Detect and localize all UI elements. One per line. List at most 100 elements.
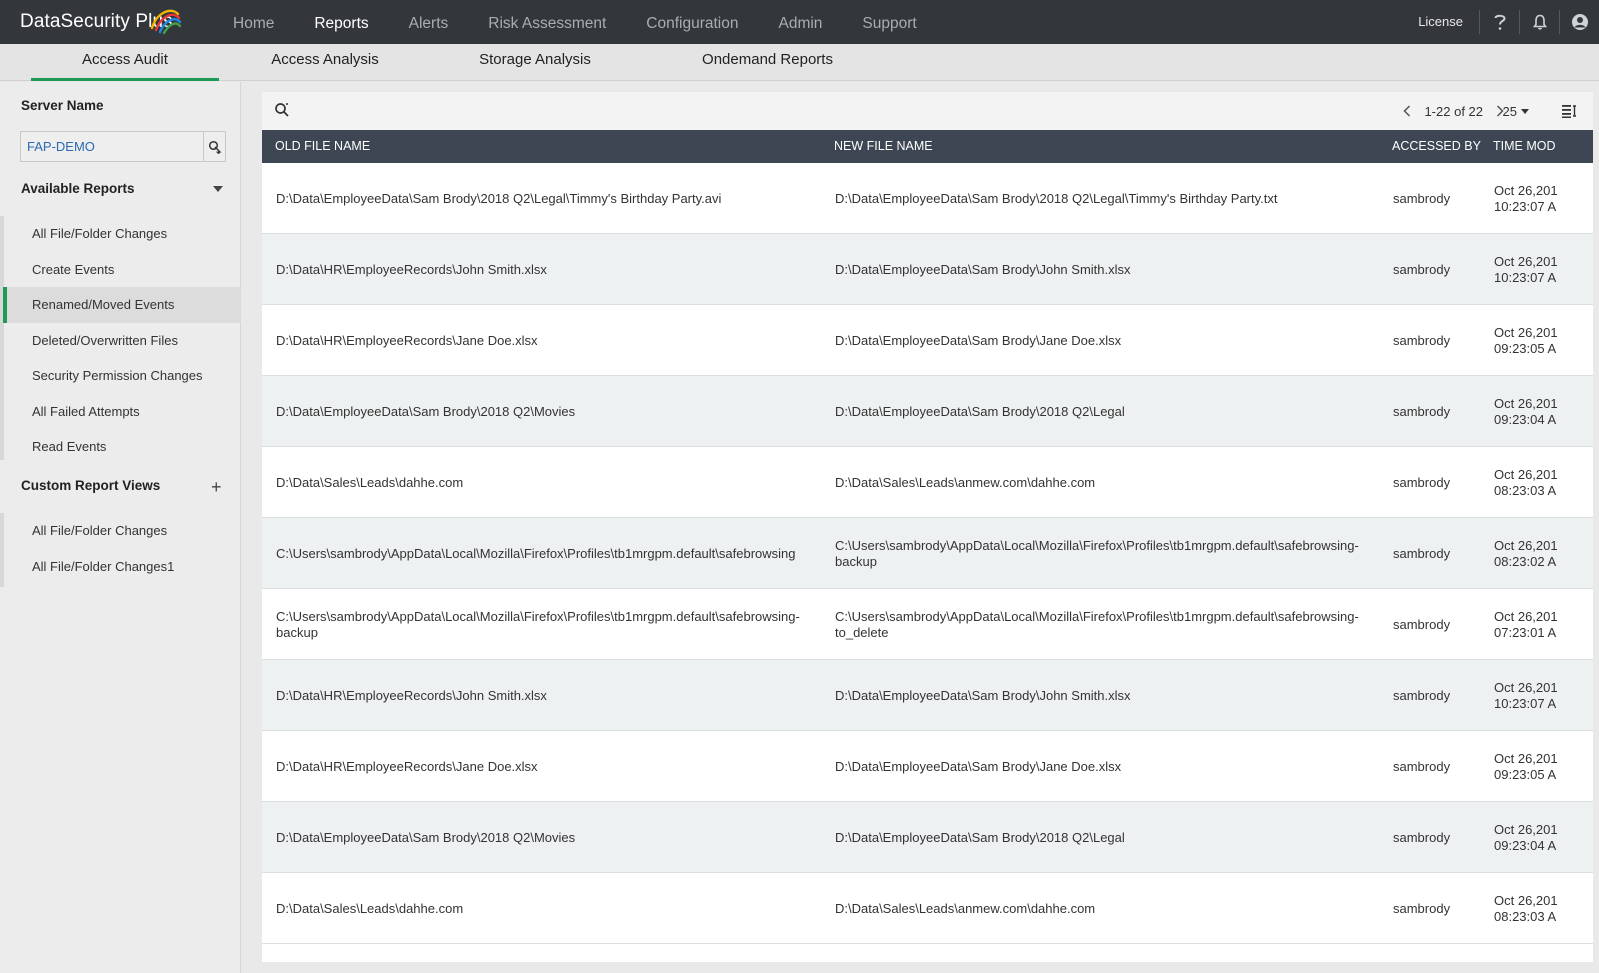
table-row[interactable]: D:\Data\HR\EmployeeRecords\John Smith.xl… — [262, 660, 1593, 731]
sub-tabs: Access Audit Access Analysis Storage Ana… — [0, 44, 1599, 81]
table-row[interactable]: D:\Data\EmployeeData\Sam Brody\2018 Q2\M… — [262, 376, 1593, 447]
cell-old-file-name: C:\Users\sambrody\AppData\Local\Mozilla\… — [276, 518, 822, 589]
accessed-by-text: sambrody — [1393, 829, 1451, 845]
tab-access-analysis[interactable]: Access Analysis — [245, 44, 405, 81]
table-row[interactable]: D:\Data\Sales\Leads\dahhe.com D:\Data\Sal… — [262, 447, 1593, 518]
report-create-events[interactable]: Create Events — [3, 252, 241, 288]
caret-down-icon — [1521, 108, 1529, 114]
table-row[interactable]: D:\Data\HR\EmployeeRecords\Jane Doe.xlsx… — [262, 305, 1593, 376]
cell-old-file-name: D:\Data\Sales\Leads\dahhe.com — [276, 447, 822, 518]
cell-time-modified: Oct 26,201 10:23:07 A — [1494, 163, 1593, 234]
available-reports-label[interactable]: Available Reports — [21, 181, 135, 196]
col-header-old-file-name[interactable]: OLD FILE NAME — [275, 130, 815, 163]
nav-configuration[interactable]: Configuration — [626, 0, 758, 44]
time-modified-text: Oct 26,201 08:23:02 A — [1494, 538, 1558, 570]
rows-per-page-value: 25 — [1502, 103, 1517, 119]
bell-icon[interactable] — [1520, 0, 1559, 44]
server-name-input[interactable] — [21, 132, 203, 161]
custom-view-item[interactable]: All File/Folder Changes — [3, 513, 241, 549]
table-row[interactable]: D:\Data\EmployeeData\Sam Brody\2018 Q2\M… — [262, 802, 1593, 873]
time-date-text: Oct 26,201 — [1494, 324, 1558, 340]
col-header-time-modified[interactable]: TIME MOD — [1493, 130, 1593, 163]
time-clock-text: 09:23:04 A — [1494, 411, 1557, 427]
time-date-text: Oct 26,201 — [1494, 537, 1558, 553]
question-icon[interactable] — [1480, 0, 1519, 44]
cell-new-file-name: D:\Data\EmployeeData\Sam Brody\2018 Q2\L… — [835, 163, 1381, 234]
column-chooser-icon[interactable] — [1561, 103, 1577, 119]
nav-admin[interactable]: Admin — [758, 0, 842, 44]
table-row[interactable]: C:\Users\sambrody\AppData\Local\Mozilla\… — [262, 589, 1593, 660]
table-row[interactable]: D:\Data\EmployeeData\Sam Brody\2018 Q2\L… — [262, 163, 1593, 234]
cell-old-file-name: D:\Data\HR\EmployeeRecords\John Smith.xl… — [276, 234, 822, 305]
new-file-name-text: C:\Users\sambrody\AppData\Local\Mozilla\… — [835, 608, 1359, 640]
search-icon[interactable] — [274, 102, 290, 118]
time-clock-text: 09:23:05 A — [1494, 340, 1557, 356]
new-file-name-text: D:\Data\EmployeeData\Sam Brody\2018 Q2\L… — [835, 829, 1125, 845]
old-file-name-text: D:\Data\HR\EmployeeRecords\John Smith.xl… — [276, 261, 547, 277]
cell-accessed-by: sambrody — [1393, 802, 1493, 873]
cell-old-file-name: D:\Data\Sales\Leads\dahhe.com — [276, 873, 822, 944]
report-security-permission-changes[interactable]: Security Permission Changes — [3, 358, 241, 394]
time-clock-text: 08:23:02 A — [1494, 553, 1557, 569]
accessed-by-text: sambrody — [1393, 900, 1451, 916]
old-file-name-text: C:\Users\sambrody\AppData\Local\Mozilla\… — [276, 545, 796, 561]
tab-access-audit[interactable]: Access Audit — [31, 44, 219, 81]
cell-time-modified: Oct 26,201 09:23:04 A — [1494, 802, 1593, 873]
accessed-by-text: sambrody — [1393, 403, 1451, 419]
server-selector — [20, 131, 226, 162]
time-date-text: Oct 26,201 — [1494, 466, 1558, 482]
custom-view-item[interactable]: All File/Folder Changes1 — [3, 549, 241, 585]
col-header-new-file-name[interactable]: NEW FILE NAME — [834, 130, 1374, 163]
license-link[interactable]: License — [1402, 0, 1479, 44]
cell-accessed-by: sambrody — [1393, 660, 1493, 731]
time-date-text: Oct 26,201 — [1494, 182, 1558, 198]
cell-new-file-name: D:\Data\EmployeeData\Sam Brody\2018 Q2\L… — [835, 376, 1381, 447]
time-clock-text: 10:23:07 A — [1494, 695, 1557, 711]
tab-storage-analysis[interactable]: Storage Analysis — [455, 44, 615, 81]
report-deleted-overwritten-files[interactable]: Deleted/Overwritten Files — [3, 323, 241, 359]
sidebar: Server Name Available Reports All File/F… — [0, 82, 241, 973]
table-toolbar: 1-22 of 22 25 — [262, 92, 1593, 130]
report-all-failed-attempts[interactable]: All Failed Attempts — [3, 394, 241, 430]
nav-alerts[interactable]: Alerts — [389, 0, 469, 44]
nav-home[interactable]: Home — [213, 0, 294, 44]
nav-reports[interactable]: Reports — [294, 0, 388, 44]
time-modified-text: Oct 26,201 09:23:04 A — [1494, 822, 1558, 854]
nav-support[interactable]: Support — [842, 0, 936, 44]
time-date-text: Oct 26,201 — [1494, 750, 1558, 766]
time-modified-text: Oct 26,201 10:23:07 A — [1494, 680, 1558, 712]
cell-new-file-name: D:\Data\Sales\Leads\anmew.com\dahhe.com — [835, 447, 1381, 518]
main-nav: Home Reports Alerts Risk Assessment Conf… — [213, 0, 937, 44]
table-row[interactable]: C:\Users\sambrody\AppData\Local\Mozilla\… — [262, 518, 1593, 589]
time-clock-text: 07:23:01 A — [1494, 624, 1557, 640]
col-header-accessed-by[interactable]: ACCESSED BY — [1392, 130, 1492, 163]
cell-time-modified: Oct 26,201 09:23:05 A — [1494, 731, 1593, 802]
report-read-events[interactable]: Read Events — [3, 429, 241, 465]
accessed-by-text: sambrody — [1393, 261, 1451, 277]
rows-per-page-select[interactable]: 25 — [1503, 92, 1529, 130]
accessed-by-text: sambrody — [1393, 545, 1451, 561]
time-modified-text: Oct 26,201 09:23:05 A — [1494, 325, 1558, 357]
report-all-file-folder-changes[interactable]: All File/Folder Changes — [3, 216, 241, 252]
user-avatar-icon[interactable] — [1560, 0, 1599, 44]
report-renamed-moved-events[interactable]: Renamed/Moved Events — [3, 287, 241, 323]
cell-old-file-name: D:\Data\HR\EmployeeRecords\Jane Doe.xlsx — [276, 305, 822, 376]
nav-risk-assessment[interactable]: Risk Assessment — [468, 0, 626, 44]
cell-old-file-name: C:\Users\sambrody\AppData\Local\Mozilla\… — [276, 589, 822, 660]
cell-time-modified: Oct 26,201 10:23:07 A — [1494, 234, 1593, 305]
time-date-text: Oct 26,201 — [1494, 679, 1558, 695]
time-modified-text: Oct 26,201 10:23:07 A — [1494, 183, 1558, 215]
chevron-down-icon[interactable] — [213, 186, 223, 192]
old-file-name-text: D:\Data\HR\EmployeeRecords\Jane Doe.xlsx — [276, 758, 538, 774]
old-file-name-text: C:\Users\sambrody\AppData\Local\Mozilla\… — [276, 608, 800, 640]
server-picker-button[interactable] — [203, 132, 225, 161]
prev-page-button[interactable] — [1398, 105, 1416, 117]
time-date-text: Oct 26,201 — [1494, 608, 1558, 624]
table-row[interactable]: D:\Data\HR\EmployeeRecords\Jane Doe.xlsx… — [262, 731, 1593, 802]
tab-ondemand-reports[interactable]: Ondemand Reports — [680, 44, 855, 81]
table-row[interactable]: D:\Data\HR\EmployeeRecords\John Smith.xl… — [262, 234, 1593, 305]
cell-time-modified: Oct 26,201 08:23:02 A — [1494, 518, 1593, 589]
pagination: 1-22 of 22 — [1398, 92, 1509, 130]
table-row[interactable]: D:\Data\Sales\Leads\dahhe.com D:\Data\Sal… — [262, 873, 1593, 944]
add-custom-view-icon[interactable]: + — [211, 478, 222, 496]
